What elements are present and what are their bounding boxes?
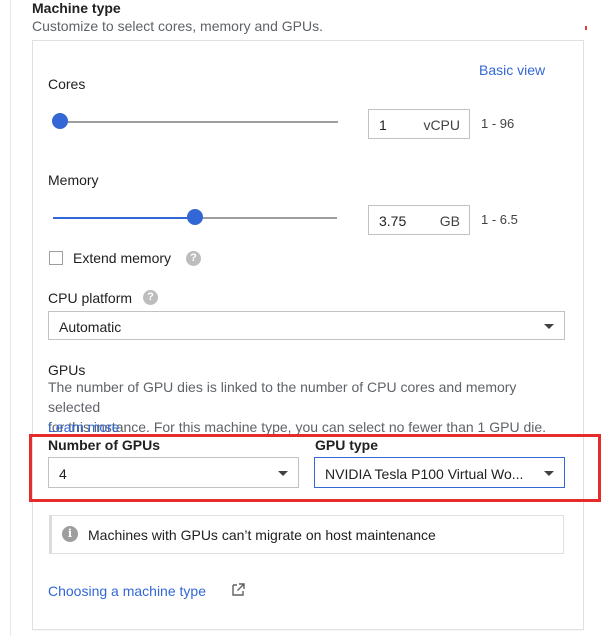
memory-input[interactable]: 3.75 GB <box>368 205 470 235</box>
red-mark <box>585 26 587 30</box>
open-in-new-icon[interactable] <box>230 582 246 598</box>
cpu-platform-select[interactable]: Automatic <box>48 311 565 340</box>
learn-more-link[interactable]: Learn more <box>48 419 120 435</box>
cores-range: 1 - 96 <box>481 116 515 131</box>
chevron-down-icon <box>544 324 554 329</box>
choosing-machine-type-link[interactable]: Choosing a machine type <box>48 583 206 599</box>
memory-label: Memory <box>48 172 99 188</box>
cores-slider[interactable] <box>52 113 338 137</box>
memory-unit: GB <box>439 213 460 229</box>
basic-view-link[interactable]: Basic view <box>479 62 545 78</box>
highlight-annotation <box>29 434 601 502</box>
notice-accent-bar <box>49 515 52 554</box>
section-subtitle: Customize to select cores, memory and GP… <box>32 18 323 34</box>
memory-range: 1 - 6.5 <box>481 212 518 227</box>
gpus-description: The number of GPU dies is linked to the … <box>48 377 568 437</box>
section-title: Machine type <box>32 0 121 16</box>
cpu-platform-label: CPU platform <box>48 290 133 306</box>
memory-slider-fill <box>53 217 195 219</box>
memory-value: 3.75 <box>379 213 407 229</box>
cores-label: Cores <box>48 76 86 92</box>
gpus-heading: GPUs <box>48 362 86 378</box>
extend-memory-checkbox[interactable] <box>49 251 63 265</box>
gpus-description-line1: The number of GPU dies is linked to the … <box>48 379 517 415</box>
help-circle-icon[interactable]: ? <box>186 251 201 266</box>
extend-memory-label: Extend memory <box>73 250 172 266</box>
info-icon: i <box>62 526 78 542</box>
cores-input[interactable]: 1 vCPU <box>368 109 470 139</box>
memory-slider[interactable] <box>53 209 337 233</box>
cpu-platform-selected: Automatic <box>59 319 122 335</box>
page-divider <box>10 0 11 636</box>
cores-unit: vCPU <box>423 117 460 133</box>
cores-slider-track <box>60 121 338 123</box>
cores-value: 1 <box>379 117 387 133</box>
notice-text: Machines with GPUs can’t migrate on host… <box>88 527 436 543</box>
help-circle-icon[interactable]: ? <box>143 290 158 305</box>
cores-slider-thumb[interactable] <box>52 113 68 129</box>
memory-slider-thumb[interactable] <box>187 209 203 225</box>
